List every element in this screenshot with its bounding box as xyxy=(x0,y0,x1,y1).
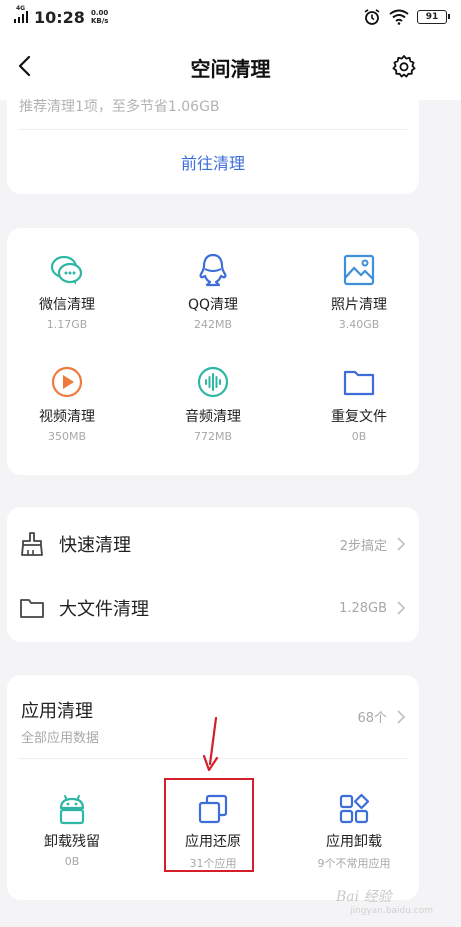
app-cleanup-header[interactable]: 应用清理 全部应用数据 xyxy=(21,697,99,746)
tool-value: 2步搞定 xyxy=(339,538,387,554)
tool-label: 快速清理 xyxy=(59,535,131,556)
wechat-icon xyxy=(50,255,83,285)
app-count-value: 68个 xyxy=(357,711,387,726)
video-icon xyxy=(51,366,83,398)
app-uninstall[interactable]: 应用卸载 9个不常用应用 xyxy=(289,793,419,871)
chevron-right-icon xyxy=(397,537,406,551)
broom-icon xyxy=(21,532,43,556)
app-item-label: 应用卸载 xyxy=(326,834,382,850)
category-label: 重复文件 xyxy=(331,409,387,425)
category-label: 照片清理 xyxy=(331,297,387,313)
watermark-url: jingyan.baidu.com xyxy=(350,906,434,916)
android-icon xyxy=(59,795,85,825)
category-audio[interactable]: 音频清理 772MB xyxy=(153,364,273,443)
net-speed-unit: KB/s xyxy=(90,17,109,25)
app-item-sub: 0B xyxy=(64,855,80,868)
category-grid-card: 微信清理 1.17GB QQ清理 242MB 照片清理 3.40GB 视频清理 … xyxy=(7,228,419,475)
net-speed-value: 0.00 xyxy=(91,9,109,17)
divider xyxy=(19,129,407,130)
category-label: 微信清理 xyxy=(39,297,95,313)
category-label: QQ清理 xyxy=(187,297,239,313)
category-size: 0B xyxy=(351,430,367,443)
tools-card: 快速清理 2步搞定 大文件清理 1.28GB xyxy=(7,507,419,642)
tool-value: 1.28GB xyxy=(339,600,387,616)
category-qq[interactable]: QQ清理 242MB xyxy=(153,252,273,331)
wifi-icon xyxy=(389,9,409,25)
recommend-text: 推荐清理1项，至多节省1.06GB xyxy=(19,99,220,115)
tool-label: 大文件清理 xyxy=(59,599,149,620)
folder-icon xyxy=(343,370,375,396)
battery-indicator: 91 xyxy=(417,10,450,24)
category-size: 772MB xyxy=(193,430,233,443)
clock: 10:28 xyxy=(34,7,85,27)
app-cleanup-title: 应用清理 xyxy=(21,701,93,722)
category-label: 视频清理 xyxy=(39,409,95,425)
category-size: 242MB xyxy=(193,318,233,331)
page-title: 空间清理 xyxy=(190,56,271,81)
app-item-label: 卸载残留 xyxy=(44,834,100,850)
uninstall-residue[interactable]: 卸载残留 0B xyxy=(7,793,137,868)
category-size: 1.17GB xyxy=(46,318,88,331)
back-arrow-icon[interactable] xyxy=(14,54,38,78)
category-duplicate[interactable]: 重复文件 0B xyxy=(299,364,419,443)
chevron-right-icon xyxy=(397,601,406,615)
gear-icon[interactable] xyxy=(391,54,417,80)
category-wechat[interactable]: 微信清理 1.17GB xyxy=(7,252,127,331)
app-item-sub: 9个不常用应用 xyxy=(317,857,391,870)
qq-icon xyxy=(199,253,227,287)
signal-icon xyxy=(14,11,28,23)
status-bar: 4G 10:28 0.00 KB/s 91 xyxy=(0,0,461,34)
go-clean-button[interactable]: 前往清理 xyxy=(7,150,419,174)
watermark: Bai 经验 xyxy=(336,889,392,905)
quick-clean-row[interactable]: 快速清理 2步搞定 xyxy=(7,513,419,575)
category-size: 350MB xyxy=(47,430,87,443)
audio-icon xyxy=(197,366,229,398)
annotation-highlight-box xyxy=(164,778,254,872)
annotation-arrow xyxy=(202,716,219,772)
recommend-card: 推荐清理1项，至多节省1.06GB 前往清理 xyxy=(7,84,419,194)
category-video[interactable]: 视频清理 350MB xyxy=(7,364,127,443)
apps-grid-icon xyxy=(339,793,370,824)
battery-level: 91 xyxy=(425,12,439,22)
large-file-row[interactable]: 大文件清理 1.28GB xyxy=(7,577,419,639)
net-speed: 0.00 KB/s xyxy=(91,9,108,25)
app-count[interactable]: 68个 xyxy=(357,707,407,726)
photo-icon xyxy=(343,254,375,286)
app-cleanup-subtitle: 全部应用数据 xyxy=(21,731,100,746)
category-label: 音频清理 xyxy=(185,409,241,425)
chevron-right-icon xyxy=(397,709,406,724)
category-size: 3.40GB xyxy=(338,318,380,331)
category-photo[interactable]: 照片清理 3.40GB xyxy=(299,252,419,331)
alarm-icon xyxy=(364,9,380,25)
folder-outline-icon xyxy=(20,599,44,618)
network-type: 4G xyxy=(16,5,26,12)
